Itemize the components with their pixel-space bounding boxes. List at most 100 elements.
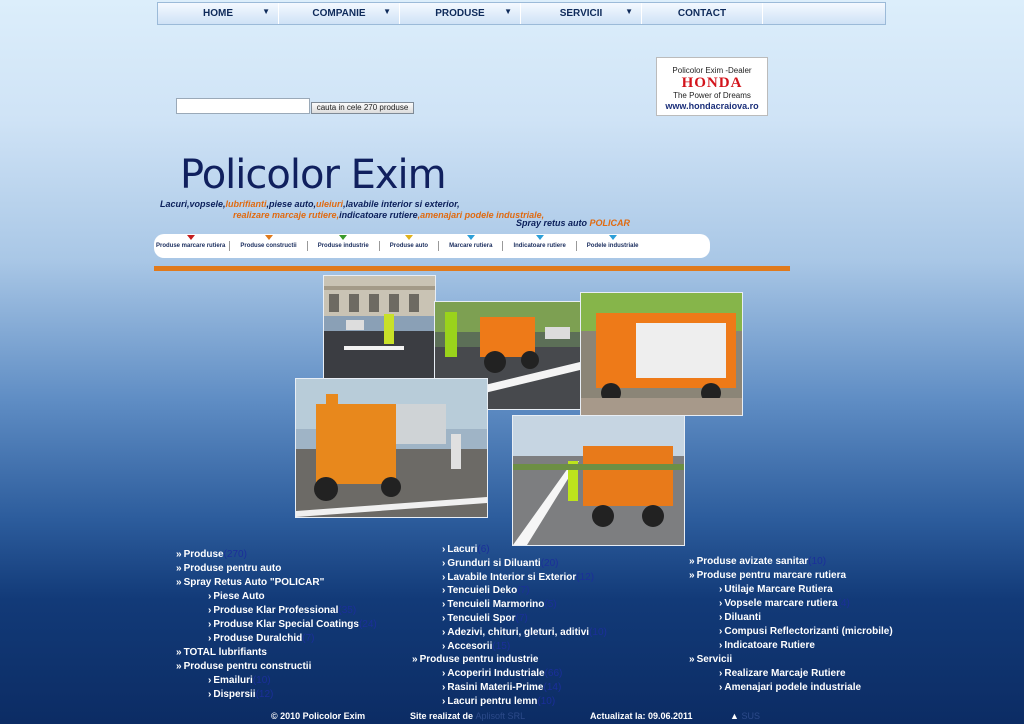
- bullet-icon: »: [689, 654, 695, 665]
- category-list-item[interactable]: › Produse Duralchid(7): [208, 633, 314, 644]
- category-list-item[interactable]: › Utilaje Marcare Rutiera: [719, 584, 833, 595]
- bullet-icon: ›: [719, 598, 723, 609]
- list-item-count: (66): [544, 668, 563, 680]
- category-list-item[interactable]: » Produse pentru auto: [176, 563, 281, 574]
- category-link[interactable]: Produse marcare rutiera: [156, 235, 225, 249]
- category-list-item[interactable]: › Emailuri(10): [208, 675, 271, 686]
- search-button[interactable]: cauta in cele 270 produse: [311, 102, 414, 114]
- list-item-label: Tencuieli Spor: [447, 613, 516, 624]
- category-link[interactable]: Marcare rutiera: [449, 235, 492, 249]
- tagline-text: lubrifianti: [225, 199, 267, 209]
- nav-contact[interactable]: CONTACT: [642, 3, 763, 24]
- category-list-item[interactable]: › Diluanti: [719, 612, 761, 623]
- footer-copyright: © 2010 Policolor Exim: [271, 711, 366, 721]
- list-item-count: (20): [540, 557, 559, 569]
- bullet-icon: ›: [442, 695, 446, 707]
- category-marker-icon: [186, 235, 195, 240]
- footer-sus-link[interactable]: ▲ SUS: [730, 711, 760, 721]
- nav-home[interactable]: HOME ▼: [158, 3, 279, 24]
- category-list-item[interactable]: » Produse pentru constructii: [176, 661, 311, 672]
- list-item-label: Servicii: [696, 654, 733, 665]
- category-list-item[interactable]: › Amenajari podele industriale: [719, 682, 861, 693]
- footer-sus-label: SUS: [741, 711, 760, 721]
- category-list-item[interactable]: › Lacuri(6): [442, 544, 490, 555]
- category-list-item[interactable]: › Tencuieli Spor(7): [442, 613, 528, 624]
- bullet-icon: ›: [719, 640, 723, 651]
- bullet-icon: ›: [719, 668, 723, 679]
- tagline-line-2: realizare marcaje rutiere,indicatoare ru…: [233, 210, 544, 220]
- category-list-item[interactable]: › Grunduri si Diluanti(20): [442, 558, 558, 569]
- honda-logo: HONDA: [681, 75, 743, 91]
- chevron-down-icon: ▼: [504, 7, 512, 16]
- category-list-item[interactable]: › Produse Klar Professional(35): [208, 605, 356, 616]
- list-item-label: Accesorii: [447, 640, 493, 652]
- list-item-label: Vopsele marcare rutiera: [724, 598, 838, 609]
- category-list-item[interactable]: › Produse Klar Special Coatings(24): [208, 619, 377, 630]
- category-list-item[interactable]: › Dispersii(12): [208, 689, 273, 700]
- category-list-item[interactable]: › Lavabile Interior si Exterior(12): [442, 572, 594, 583]
- search-input[interactable]: [176, 98, 310, 114]
- bullet-icon: ›: [719, 682, 723, 693]
- category-link[interactable]: Produse constructii: [240, 235, 297, 249]
- category-list-item[interactable]: » Produse avizate sanitar(10): [689, 556, 826, 567]
- category-list-item[interactable]: › Tencuieli Deko(7): [442, 585, 529, 596]
- category-list-item[interactable]: › Rasini Materii-Prime(14): [442, 682, 561, 693]
- category-list-item[interactable]: » Produse(270): [176, 549, 247, 560]
- bullet-icon: ›: [442, 613, 446, 624]
- category-link[interactable]: Indicatoare rutiere: [513, 235, 566, 249]
- category-marker-icon: [608, 235, 617, 240]
- nav-produse[interactable]: PRODUSE ▼: [400, 3, 521, 24]
- list-item-label: Utilaje Marcare Rutiera: [724, 584, 833, 595]
- site-logo-title[interactable]: Policolor Exim: [180, 152, 447, 198]
- nav-servicii[interactable]: SERVICII ▼: [521, 3, 642, 24]
- nav-contact-label: CONTACT: [677, 8, 727, 19]
- list-item-label: Produse avizate sanitar: [696, 556, 809, 567]
- category-list-item[interactable]: » TOTAL lubrifiants: [176, 647, 267, 658]
- list-item-label: Produse: [183, 549, 224, 560]
- category-list-item[interactable]: › Lacuri pentru lemn(10): [442, 696, 555, 707]
- footer-made-by-label: Site realizat de: [410, 711, 474, 721]
- category-list-item[interactable]: › Tencuieli Marmorino(5): [442, 599, 557, 610]
- category-list-item[interactable]: » Servicii: [689, 654, 732, 665]
- top-navigation: HOME ▼ COMPANIE ▼ PRODUSE ▼ SERVICII ▼ CONTA…: [157, 2, 886, 25]
- bullet-icon: ›: [442, 599, 446, 611]
- chevron-down-icon: ▼: [262, 7, 270, 16]
- bullet-icon: ›: [719, 612, 723, 623]
- category-list-item[interactable]: » Spray Retus Auto "POLICAR": [176, 577, 324, 588]
- category-list-item[interactable]: › Realizare Marcaje Rutiere: [719, 668, 846, 679]
- footer-made-by-link[interactable]: Aplisoft SRL: [476, 711, 526, 721]
- list-item-count: (7): [517, 585, 530, 597]
- tagline-line-1: Lacuri,vopsele,lubrifianti,piese auto,ul…: [160, 199, 460, 209]
- category-list-item[interactable]: › Vopsele marcare rutiera(4): [719, 598, 850, 609]
- nav-produse-label: PRODUSE: [435, 8, 485, 19]
- chevron-down-icon: ▼: [625, 7, 633, 16]
- nav-companie[interactable]: COMPANIE ▼: [279, 3, 400, 24]
- category-list-item[interactable]: › Piese Auto: [208, 591, 265, 602]
- list-item-label: Produse pentru constructii: [183, 661, 312, 672]
- category-link[interactable]: Produse industrie: [318, 235, 369, 249]
- honda-slogan: The Power of Dreams: [673, 91, 751, 100]
- list-item-count: (12): [255, 689, 274, 700]
- category-list-item[interactable]: › Indicatoare Rutiere: [719, 640, 815, 651]
- tagline-text: realizare marcaje rutiere,: [233, 210, 340, 220]
- category-link[interactable]: Produse auto: [390, 235, 428, 249]
- category-link[interactable]: Podele industriale: [587, 235, 638, 249]
- bullet-icon: ›: [719, 584, 723, 595]
- category-list-item[interactable]: › Accesorii(15): [442, 641, 510, 652]
- list-item-label: Compusi Reflectorizanti (microbile): [724, 626, 893, 637]
- tagline-text: uleiuri: [316, 199, 344, 209]
- bullet-icon: »: [176, 563, 182, 574]
- category-list-item[interactable]: » Produse pentru marcare rutiera: [689, 570, 846, 581]
- tagline-text: ,piese auto,: [266, 199, 317, 209]
- category-list-item[interactable]: › Adezivi, chituri, gleturi, aditivi(10): [442, 627, 607, 638]
- list-item-label: Lacuri pentru lemn: [447, 695, 538, 707]
- list-item-label: Piese Auto: [213, 591, 265, 602]
- category-list-item[interactable]: › Compusi Reflectorizanti (microbile): [719, 626, 893, 637]
- category-list-item[interactable]: » Produse pentru industrie: [412, 654, 538, 665]
- bullet-icon: ›: [208, 619, 212, 630]
- bullet-icon: »: [412, 654, 418, 666]
- category-list-item[interactable]: › Acoperiri Industriale(66): [442, 668, 562, 679]
- honda-dealer-banner[interactable]: Policolor Exim -Dealer HONDA The Power o…: [656, 57, 768, 116]
- list-item-label: Produse pentru auto: [183, 563, 282, 574]
- list-item-count: (35): [338, 605, 357, 616]
